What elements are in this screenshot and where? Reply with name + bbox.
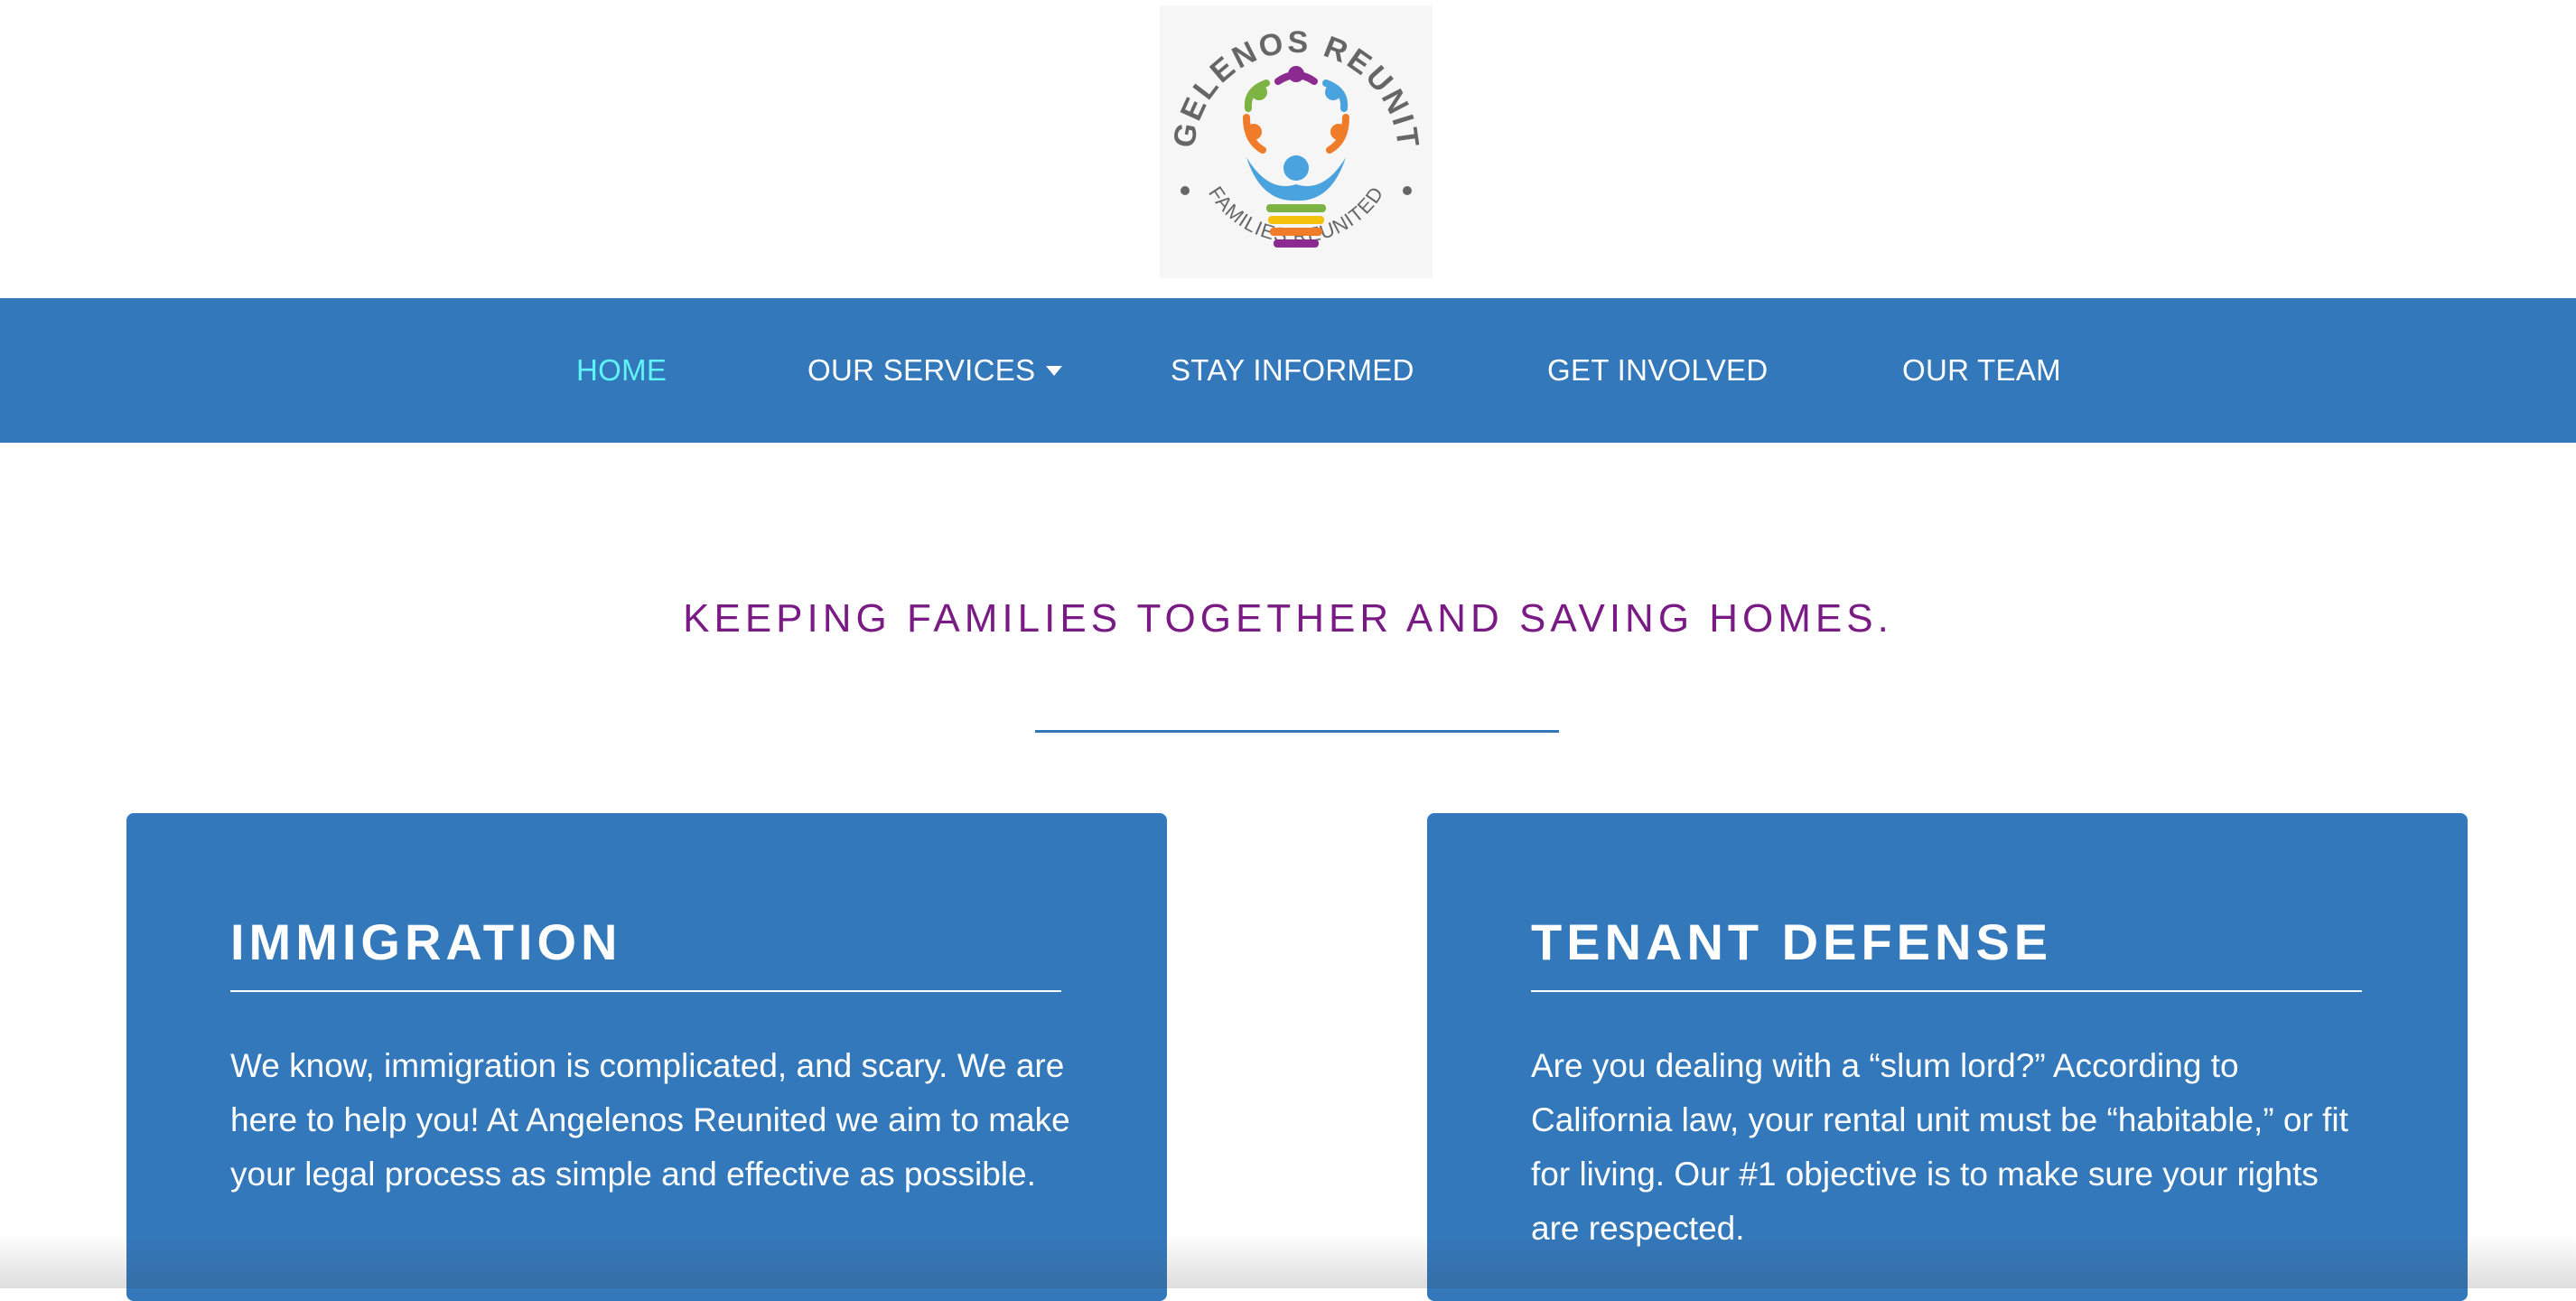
card-title: TENANT DEFENSE bbox=[1531, 913, 2053, 970]
nav-our-services-label: OUR SERVICES bbox=[807, 353, 1036, 387]
card-title: IMMIGRATION bbox=[230, 913, 622, 970]
nav-our-team[interactable]: OUR TEAM bbox=[1902, 298, 2061, 443]
card-divider bbox=[230, 990, 1061, 992]
site-header: ANGELENOS REUNITED FAMILIES REUNITED bbox=[0, 0, 2576, 298]
card-divider bbox=[1531, 990, 2362, 992]
caret-down-icon bbox=[1046, 365, 1063, 376]
site-logo[interactable]: ANGELENOS REUNITED FAMILIES REUNITED bbox=[1160, 5, 1433, 278]
logo-emblem-icon: ANGELENOS REUNITED FAMILIES REUNITED bbox=[1160, 5, 1423, 248]
tagline-divider bbox=[1035, 730, 1559, 733]
nav-stay-informed[interactable]: STAY INFORMED bbox=[1171, 298, 1414, 443]
main-navigation: HOME OUR SERVICES STAY INFORMED GET INVO… bbox=[0, 298, 2576, 443]
service-card-tenant-defense[interactable]: TENANT DEFENSE Are you dealing with a “s… bbox=[1427, 813, 2468, 1301]
nav-home[interactable]: HOME bbox=[576, 298, 667, 443]
hero-tagline: KEEPING FAMILIES TOGETHER AND SAVING HOM… bbox=[683, 596, 1893, 641]
card-body: Are you dealing with a “slum lord?” Acco… bbox=[1531, 1047, 2348, 1247]
nav-our-services[interactable]: OUR SERVICES bbox=[807, 298, 1063, 443]
card-body: We know, immigration is complicated, and… bbox=[230, 1047, 1070, 1193]
service-card-immigration[interactable]: IMMIGRATION We know, immigration is comp… bbox=[126, 813, 1167, 1301]
nav-get-involved[interactable]: GET INVOLVED bbox=[1547, 298, 1768, 443]
